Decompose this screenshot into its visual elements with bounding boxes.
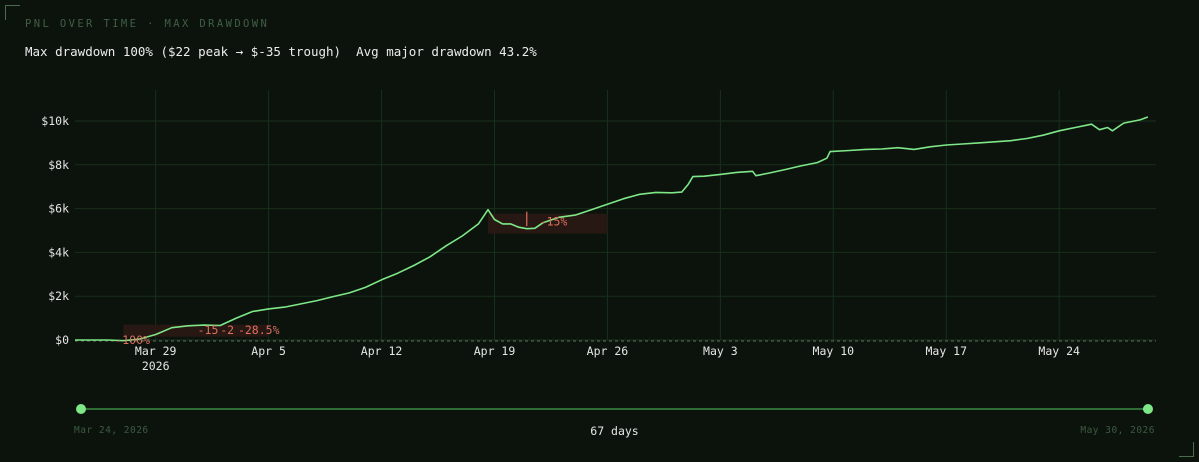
pnl-series-line[interactable] (75, 116, 1149, 342)
x-tick-label: Apr 5 (251, 344, 286, 358)
y-tick-label: $2k (48, 289, 69, 303)
pnl-chart[interactable]: $0$2k$4k$6k$8k$10kMar 292026Apr 5 Apr 12 A… (0, 0, 1199, 462)
y-tick-label: $0 (55, 333, 69, 347)
range-end-handle[interactable] (1143, 404, 1153, 414)
range-days-label: 67 days (590, 424, 639, 438)
y-tick-label: $6k (48, 202, 69, 216)
x-tick-label: May 3 (703, 344, 738, 358)
drawdown-label: -15 (198, 323, 219, 337)
drawdown-label: -100% (115, 333, 150, 347)
y-tick-label: $4k (48, 245, 69, 259)
y-tick-label: $10k (41, 114, 69, 128)
drawdown-label: -28.5% (238, 323, 280, 337)
range-start-handle[interactable] (76, 404, 86, 414)
chart-panel: PNL OVER TIME · MAX DRAWDOWN Max drawdow… (0, 0, 1199, 462)
drawdown-label: -15% (540, 215, 568, 229)
x-tick-label: May 24 (1038, 344, 1080, 358)
x-tick-label: May 17 (925, 344, 967, 358)
x-tick-label: Apr 26 (587, 344, 629, 358)
y-tick-label: $8k (48, 158, 69, 172)
x-tick-year-label: 2026 (142, 359, 170, 373)
x-tick-label: Apr 19 (474, 344, 516, 358)
drawdown-label: -2 (220, 323, 234, 337)
x-tick-label: Apr 12 (361, 344, 403, 358)
x-tick-label: May 10 (813, 344, 855, 358)
